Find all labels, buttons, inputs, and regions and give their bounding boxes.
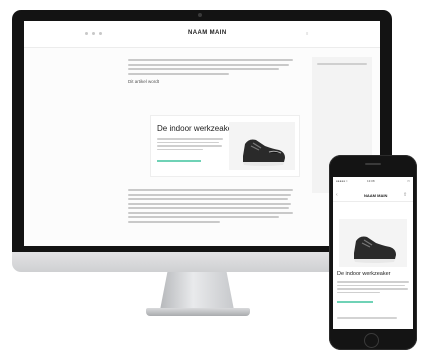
desktop-screen: NAAM MAIN ≡ Dit artikel wordt De indoor … [24, 21, 380, 246]
camera-dot [198, 13, 202, 17]
mobile-article-text [337, 317, 397, 321]
phone-device: ●●●●● ≈ 13:08 ▭ ‹ NAAM MAIN ⇧ De indoor … [329, 155, 417, 350]
signal-indicator: ●●●●● ≈ [336, 179, 348, 183]
status-bar: ●●●●● ≈ 13:08 ▭ [333, 177, 413, 186]
back-icon[interactable]: ‹ [336, 192, 338, 198]
home-button[interactable] [364, 333, 379, 348]
site-logo[interactable]: NAAM MAIN [188, 30, 227, 36]
imac-stand [160, 272, 234, 310]
status-time: 13:08 [367, 179, 375, 183]
phone-speaker [365, 163, 381, 165]
card-text [157, 138, 223, 152]
imac-foot [146, 308, 250, 316]
nav-dots-icon[interactable] [85, 32, 102, 35]
mobile-card-link[interactable] [337, 301, 373, 303]
article-intro: Dit artikel wordt [128, 59, 296, 90]
mobile-shoe-image [339, 219, 407, 267]
device-mockup: NAAM MAIN ≡ Dit artikel wordt De indoor … [0, 0, 421, 358]
mobile-logo[interactable]: NAAM MAIN [364, 193, 387, 198]
menu-icon[interactable]: ≡ [306, 31, 308, 36]
mobile-card-title: De indoor werkzeaker [337, 271, 391, 277]
share-icon[interactable]: ⇧ [403, 192, 407, 198]
card-title: De indoor werkzeaker [157, 124, 235, 133]
card-link[interactable] [157, 160, 201, 162]
shoe-image [229, 122, 295, 170]
article-body [128, 189, 296, 225]
mobile-screen: ●●●●● ≈ 13:08 ▭ ‹ NAAM MAIN ⇧ De indoor … [333, 177, 413, 329]
desktop-header: NAAM MAIN ≡ [24, 21, 380, 48]
featured-product-card[interactable]: De indoor werkzeaker [150, 115, 300, 177]
mobile-header: ‹ NAAM MAIN ⇧ [333, 189, 413, 202]
mobile-card-text [337, 281, 409, 295]
battery-icon: ▭ [407, 179, 410, 183]
article-subheading: Dit artikel wordt [128, 78, 160, 84]
